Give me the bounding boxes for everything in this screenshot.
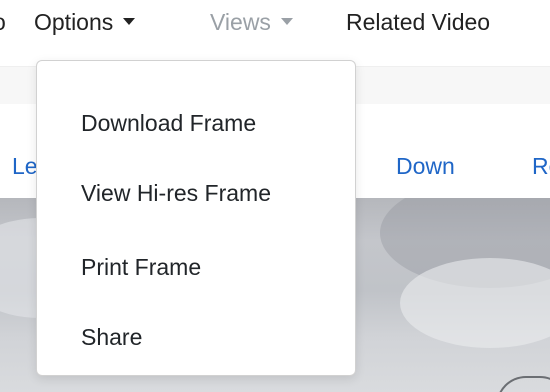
caret-down-icon [280,18,293,26]
menu-item-share[interactable]: Share [81,323,142,351]
nav-views-toggle[interactable]: Views [210,8,293,36]
left-button[interactable]: Le [12,152,38,180]
nav-views-label: Views [210,9,271,35]
options-dropdown-menu: Download Frame View Hi-res Frame Print F… [36,60,356,376]
nav-item-clipped[interactable]: o [0,8,6,36]
caret-down-icon [123,18,136,26]
nav-related-video[interactable]: Related Video [346,8,490,36]
nav-options-toggle[interactable]: Options [34,8,136,36]
frame-object-outline [496,376,550,392]
menu-item-print-frame[interactable]: Print Frame [81,253,201,281]
menu-item-view-hires-frame[interactable]: View Hi-res Frame [81,179,271,207]
down-button[interactable]: Down [396,152,455,180]
top-navbar: o Options Views Related Video [0,0,550,48]
right-button[interactable]: Re [532,152,550,180]
nav-options-label: Options [34,9,114,35]
menu-item-download-frame[interactable]: Download Frame [81,109,256,137]
